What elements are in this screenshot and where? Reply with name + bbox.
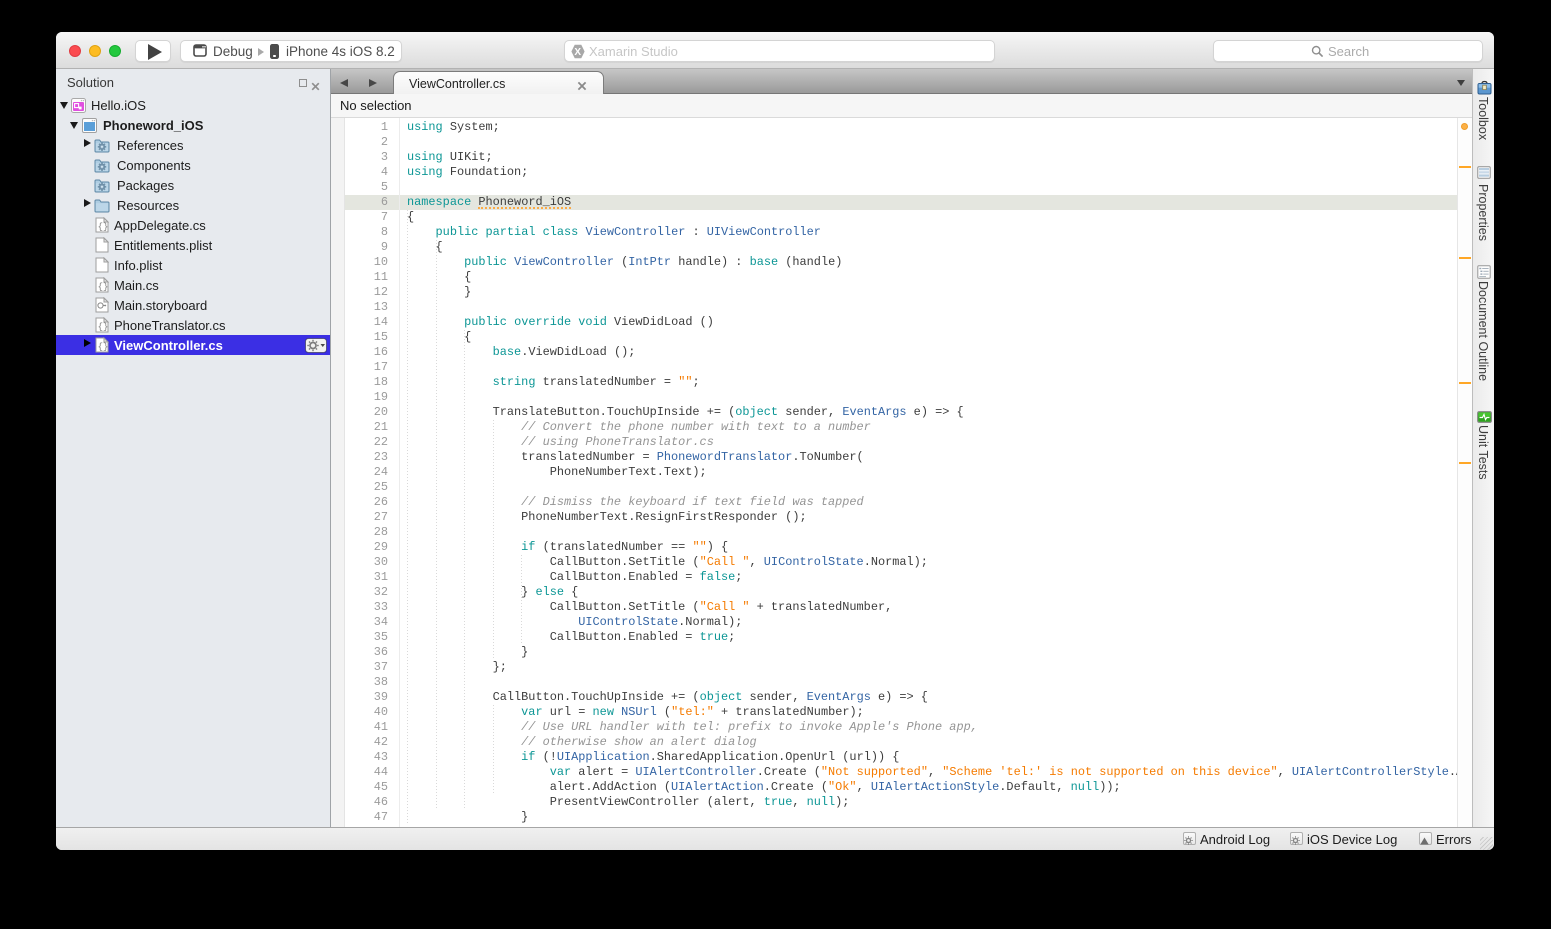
svg-text:{}: {} <box>98 282 109 292</box>
svg-text:{}: {} <box>98 322 109 332</box>
svg-text:{}: {} <box>98 222 109 232</box>
svg-text:{}: {} <box>98 342 109 352</box>
svg-text:X: X <box>574 47 581 58</box>
